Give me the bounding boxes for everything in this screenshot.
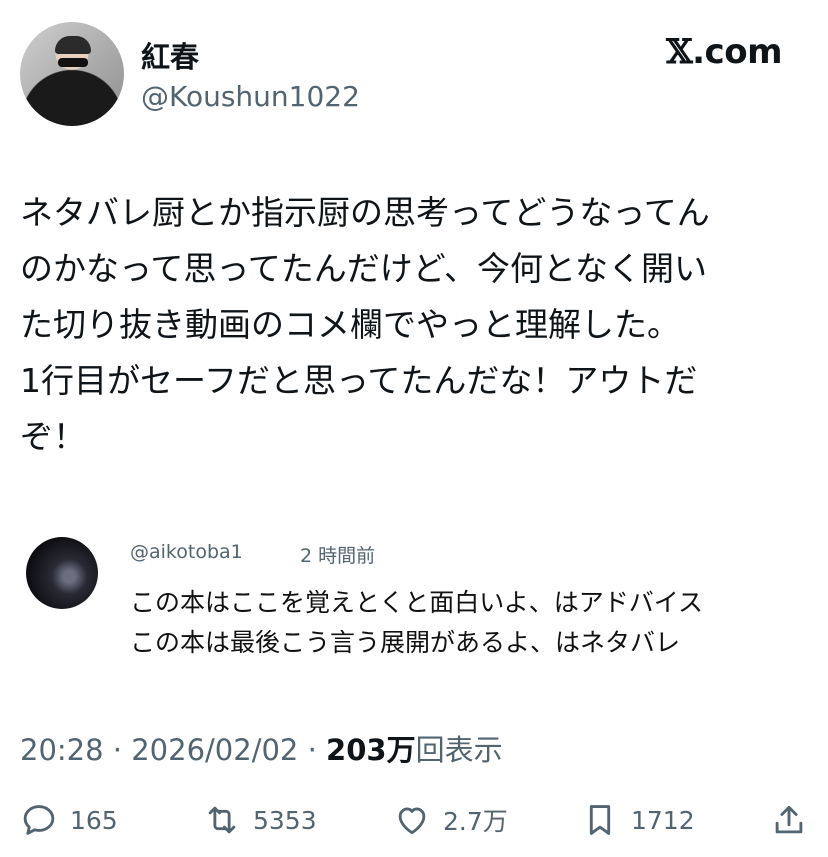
share-button[interactable]	[770, 795, 808, 845]
tweet-line: ネタバレ厨とか指示厨の思考ってどうなってん	[20, 193, 710, 232]
tweet-date[interactable]: 2026/02/02	[131, 733, 298, 767]
tweet-line: のかなって思ってたんだけど、今何となく開い	[20, 249, 708, 288]
x-com-logo: 𝕏.com	[666, 32, 782, 72]
bookmark-icon	[589, 805, 611, 835]
view-count-label: 回表示	[415, 733, 503, 767]
tweet-time[interactable]: 20:28	[20, 733, 104, 767]
view-count: 203万	[326, 733, 416, 767]
x-com-suffix: .com	[692, 32, 782, 72]
author-display-name[interactable]: 紅春	[141, 34, 199, 76]
tweet-line: 1行目がセーフだと思ってたんだな！アウトだ	[20, 361, 698, 400]
author-handle[interactable]: @Koushun1022	[141, 80, 360, 113]
reply-count: 165	[70, 805, 118, 835]
action-bar: 165 5353 2.7万 1712	[0, 795, 828, 845]
bookmark-button[interactable]: 1712	[581, 795, 695, 845]
author-avatar[interactable]	[20, 22, 124, 126]
comment-time: 2 時間前	[300, 545, 376, 567]
like-count: 2.7万	[443, 807, 508, 836]
comment-line: この本は最後こう言う展開があるよ、はネタバレ	[130, 628, 681, 657]
repost-icon	[208, 806, 236, 834]
share-icon	[775, 805, 803, 834]
avatar-hair	[55, 36, 91, 54]
meta-separator: ·	[103, 733, 132, 767]
reply-icon	[23, 805, 55, 835]
tweet-text: ネタバレ厨とか指示厨の思考ってどうなってん のかなって思ってたんだけど、今何とな…	[20, 185, 810, 465]
like-button[interactable]: 2.7万	[393, 795, 508, 845]
tweet-line: た切り抜き動画のコメ欄でやっと理解した。	[20, 305, 680, 344]
tweet-line: ぞ！	[20, 417, 86, 456]
comment-avatar	[26, 537, 98, 609]
comment-line: この本はここを覚えとくと面白いよ、はアドバイス	[130, 588, 704, 617]
avatar-sunglasses	[58, 58, 88, 67]
repost-button[interactable]: 5353	[203, 795, 317, 845]
bookmark-count: 1712	[631, 805, 695, 835]
repost-count: 5353	[253, 805, 317, 835]
tweet-meta: 20:28 · 2026/02/02 · 203万回表示	[20, 727, 503, 769]
comment-handle: @aikotoba1	[130, 541, 243, 563]
quoted-comment-image[interactable]: @aikotoba1 2 時間前 この本はここを覚えとくと面白いよ、はアドバイス…	[26, 533, 806, 663]
meta-separator: ·	[298, 733, 327, 767]
reply-button[interactable]: 165	[20, 795, 118, 845]
heart-icon	[398, 807, 426, 835]
x-logo-icon: 𝕏	[666, 32, 693, 72]
